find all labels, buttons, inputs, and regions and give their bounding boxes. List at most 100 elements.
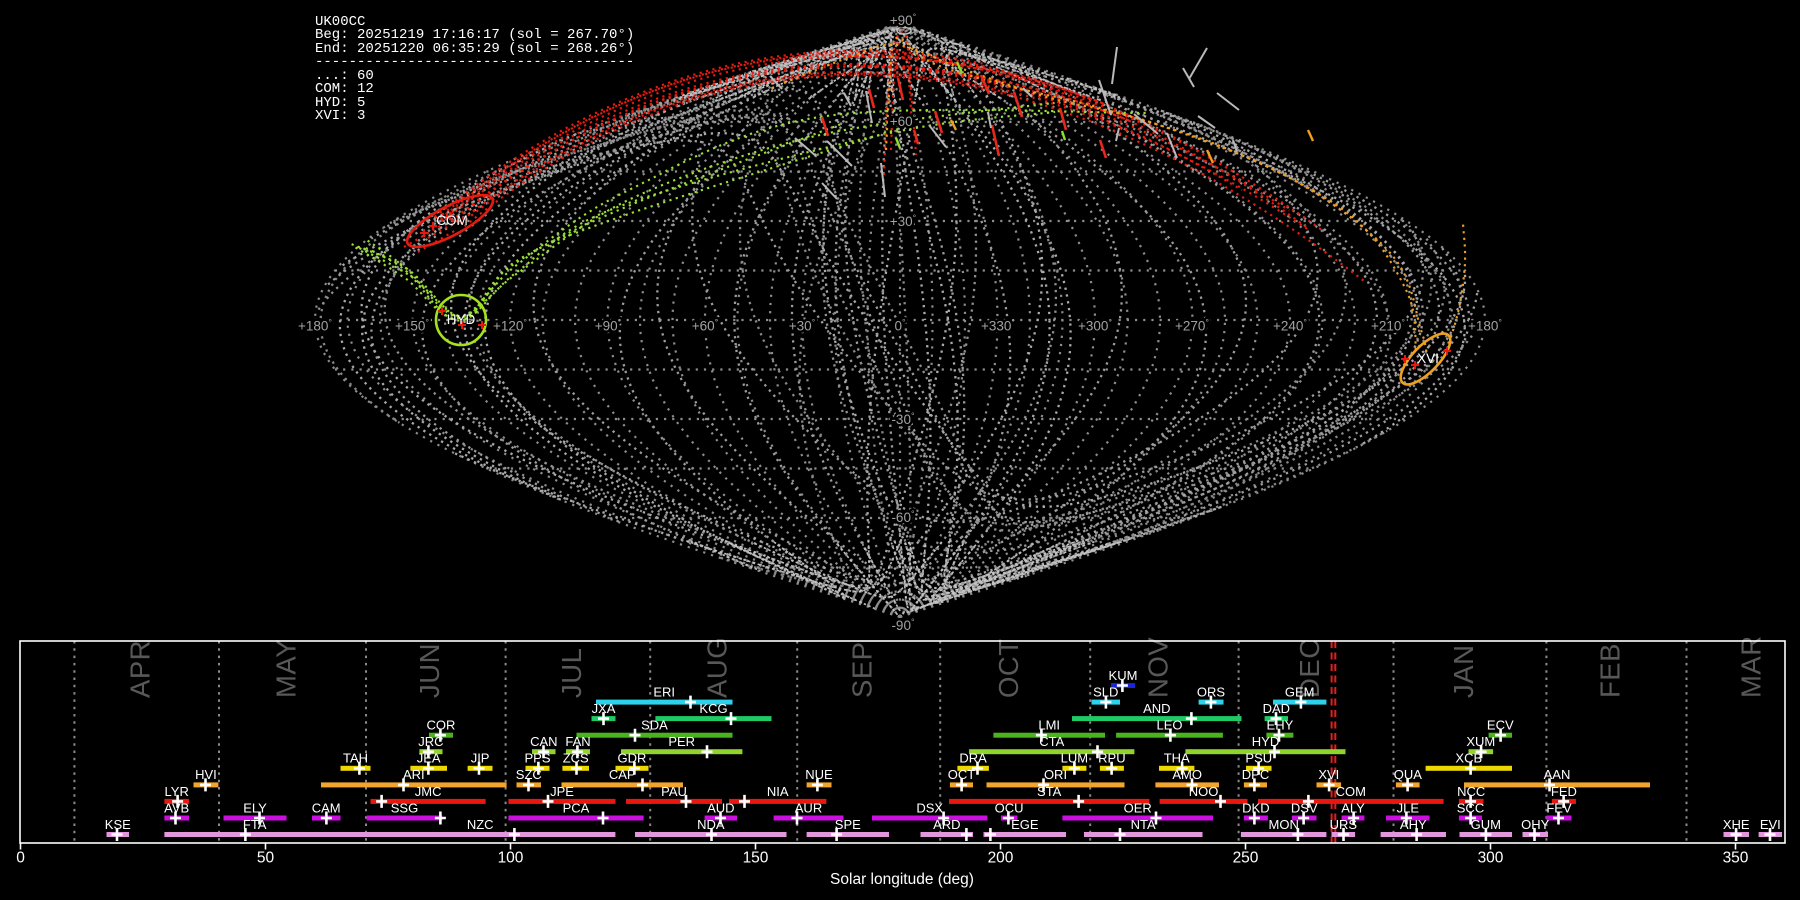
svg-text:STA: STA bbox=[1037, 784, 1062, 799]
svg-text:NOV: NOV bbox=[1142, 637, 1173, 698]
svg-text:+330°: +330° bbox=[981, 318, 1015, 334]
svg-text:PPS: PPS bbox=[524, 751, 550, 766]
svg-text:OCU: OCU bbox=[995, 800, 1024, 815]
svg-text:50: 50 bbox=[257, 850, 275, 867]
svg-text:100: 100 bbox=[498, 850, 524, 867]
svg-text:ORS: ORS bbox=[1197, 685, 1226, 700]
svg-text:MON: MON bbox=[1269, 817, 1299, 832]
svg-text:JUN: JUN bbox=[414, 643, 445, 698]
svg-text:AHY: AHY bbox=[1400, 817, 1427, 832]
svg-text:+180°: +180° bbox=[298, 318, 332, 334]
svg-text:ELY: ELY bbox=[243, 800, 267, 815]
svg-text:KUM: KUM bbox=[1109, 668, 1138, 683]
svg-text:PCA: PCA bbox=[563, 800, 590, 815]
svg-text:+30°: +30° bbox=[890, 213, 917, 229]
svg-text:+120°: +120° bbox=[493, 318, 527, 334]
svg-text:+90°: +90° bbox=[890, 12, 917, 28]
svg-text:SPE: SPE bbox=[835, 817, 861, 832]
svg-text:XVI: XVI bbox=[1417, 351, 1439, 366]
svg-text:PAU: PAU bbox=[661, 784, 687, 799]
svg-text:CAM: CAM bbox=[312, 800, 341, 815]
svg-text:NUE: NUE bbox=[805, 767, 833, 782]
svg-text:ALY: ALY bbox=[1341, 800, 1365, 815]
svg-text:+90°: +90° bbox=[595, 318, 622, 334]
svg-text:NTA: NTA bbox=[1131, 817, 1156, 832]
svg-text:JRC: JRC bbox=[418, 734, 443, 749]
svg-text:CAP: CAP bbox=[609, 767, 636, 782]
svg-text:MAR: MAR bbox=[1736, 635, 1767, 698]
svg-text:JLE: JLE bbox=[1397, 800, 1420, 815]
svg-text:JUL: JUL bbox=[556, 648, 587, 698]
svg-text:150: 150 bbox=[743, 850, 769, 867]
svg-text:NDA: NDA bbox=[697, 817, 725, 832]
svg-text:DKD: DKD bbox=[1242, 800, 1269, 815]
svg-text:JAN: JAN bbox=[1448, 645, 1479, 698]
svg-text:RPU: RPU bbox=[1098, 751, 1125, 766]
svg-text:FED: FED bbox=[1551, 784, 1577, 799]
svg-text:XVI: XVI bbox=[1318, 767, 1339, 782]
svg-text:+300°: +300° bbox=[1078, 318, 1112, 334]
svg-text:GUM: GUM bbox=[1471, 817, 1501, 832]
svg-text:XCB: XCB bbox=[1455, 751, 1482, 766]
svg-text:EGE: EGE bbox=[1011, 817, 1039, 832]
svg-text:PSU: PSU bbox=[1245, 751, 1272, 766]
svg-text:GEM: GEM bbox=[1285, 685, 1315, 700]
svg-text:HYD: HYD bbox=[447, 312, 476, 327]
svg-text:NZC: NZC bbox=[467, 817, 494, 832]
svg-text:AUR: AUR bbox=[795, 800, 822, 815]
svg-text:CAN: CAN bbox=[530, 734, 557, 749]
svg-text:OCT: OCT bbox=[948, 767, 976, 782]
svg-text:OCT: OCT bbox=[993, 638, 1024, 698]
svg-text:NOO: NOO bbox=[1189, 784, 1219, 799]
svg-text:EHY: EHY bbox=[1267, 718, 1294, 733]
svg-text:DPC: DPC bbox=[1242, 767, 1269, 782]
svg-text:HVI: HVI bbox=[195, 767, 217, 782]
svg-text:SCC: SCC bbox=[1457, 800, 1484, 815]
svg-text:QUA: QUA bbox=[1394, 767, 1423, 782]
svg-text:LYR: LYR bbox=[165, 784, 189, 799]
svg-text:MAY: MAY bbox=[271, 639, 302, 698]
svg-text:+60°: +60° bbox=[692, 318, 719, 334]
svg-text:DAD: DAD bbox=[1263, 701, 1290, 716]
svg-text:ORI: ORI bbox=[1044, 767, 1067, 782]
svg-text:NCC: NCC bbox=[1457, 784, 1485, 799]
svg-text:AVB: AVB bbox=[164, 800, 189, 815]
svg-text:KCG: KCG bbox=[699, 701, 727, 716]
svg-text:+240°: +240° bbox=[1273, 318, 1307, 334]
svg-text:FEV: FEV bbox=[1546, 800, 1572, 815]
svg-text:HYD: HYD bbox=[1252, 734, 1279, 749]
svg-text:ECV: ECV bbox=[1487, 718, 1514, 733]
svg-text:SEP: SEP bbox=[847, 641, 878, 698]
svg-text:AND: AND bbox=[1143, 701, 1170, 716]
svg-text:DSV: DSV bbox=[1291, 800, 1318, 815]
svg-text:COR: COR bbox=[427, 718, 456, 733]
svg-text:OHY: OHY bbox=[1521, 817, 1550, 832]
svg-text:SLD: SLD bbox=[1093, 685, 1118, 700]
svg-text:300: 300 bbox=[1478, 850, 1504, 867]
svg-text:350: 350 bbox=[1723, 850, 1749, 867]
svg-text:PER: PER bbox=[668, 734, 695, 749]
svg-text:XHE: XHE bbox=[1723, 817, 1750, 832]
svg-text:AUD: AUD bbox=[707, 800, 734, 815]
svg-text:AMO: AMO bbox=[1172, 767, 1202, 782]
svg-text:TAH: TAH bbox=[343, 751, 368, 766]
svg-text:LEO: LEO bbox=[1156, 718, 1182, 733]
svg-text:JXA: JXA bbox=[592, 701, 616, 716]
svg-text:CTA: CTA bbox=[1039, 734, 1064, 749]
svg-text:ZCS: ZCS bbox=[563, 751, 589, 766]
svg-text:200: 200 bbox=[988, 850, 1014, 867]
svg-text:+210°: +210° bbox=[1371, 318, 1405, 334]
svg-text:JIP: JIP bbox=[471, 751, 490, 766]
svg-text:NIA: NIA bbox=[767, 784, 789, 799]
svg-text:JMC: JMC bbox=[415, 784, 442, 799]
svg-text:0: 0 bbox=[16, 850, 25, 867]
svg-text:AUG: AUG bbox=[702, 637, 733, 698]
svg-text:FTA: FTA bbox=[243, 817, 267, 832]
svg-text:FAN: FAN bbox=[565, 734, 590, 749]
svg-text:+150°: +150° bbox=[395, 318, 429, 334]
svg-text:FEB: FEB bbox=[1594, 643, 1625, 698]
svg-text:ARI: ARI bbox=[403, 767, 425, 782]
svg-text:+30°: +30° bbox=[789, 318, 816, 334]
svg-text:+60°: +60° bbox=[890, 113, 917, 129]
svg-text:ARD: ARD bbox=[933, 817, 960, 832]
